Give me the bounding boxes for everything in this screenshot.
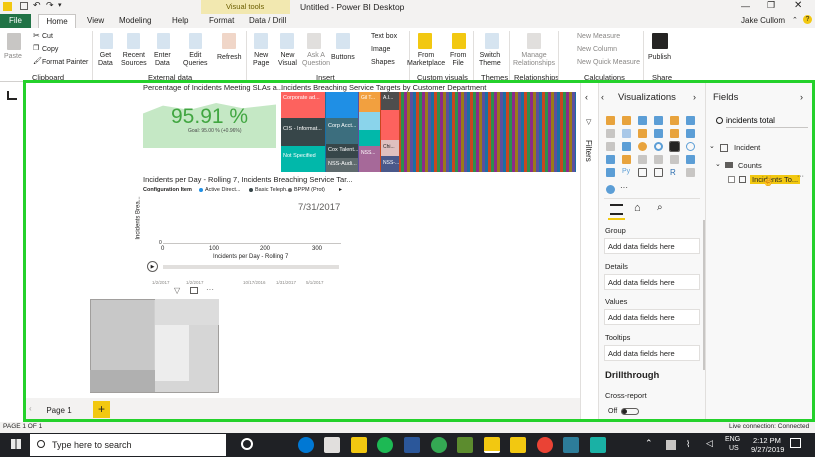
close-button[interactable]: ✕	[794, 0, 802, 11]
edit-queries-button[interactable]: Edit Queries	[183, 52, 208, 68]
spotify-icon[interactable]	[377, 437, 393, 453]
task-view-icon[interactable]	[241, 438, 253, 450]
network-icon[interactable]: ⌇	[686, 439, 690, 450]
account-chevron-icon[interactable]: ⌃	[792, 16, 798, 24]
tab-view[interactable]: View	[87, 16, 104, 25]
publish-button[interactable]: Publish	[648, 54, 671, 62]
tray-app-icon[interactable]	[666, 440, 676, 450]
page-info: PAGE 1 OF 1	[3, 423, 43, 430]
tab-modeling[interactable]: Modeling	[119, 16, 151, 25]
windows-start-icon[interactable]	[11, 439, 21, 449]
redo-icon[interactable]: ↷	[46, 0, 54, 11]
tab-help[interactable]: Help	[172, 16, 188, 25]
paste-icon[interactable]	[7, 33, 21, 50]
tab-data-drill[interactable]: Data / Drill	[249, 16, 286, 25]
notifications-icon[interactable]	[790, 438, 801, 448]
tray-chevron-icon[interactable]: ⌃	[645, 438, 653, 449]
format-painter-icon: 🖌	[33, 58, 42, 65]
refresh-icon	[222, 33, 236, 49]
cut-icon: ✂	[33, 31, 40, 40]
screenshot-tool-icon[interactable]	[457, 437, 473, 453]
from-marketplace-button[interactable]: From Marketplace	[407, 52, 445, 68]
minimize-button[interactable]: —	[741, 1, 750, 11]
clock-date[interactable]: 9/27/2019	[751, 445, 784, 454]
switch-theme-button[interactable]: Switch Theme	[479, 52, 501, 68]
highlight-frame	[23, 80, 815, 422]
new-visual-button[interactable]: New Visual	[278, 52, 297, 68]
recent-sources-icon	[127, 33, 140, 49]
status-bar	[0, 422, 815, 433]
terminal-icon[interactable]	[563, 437, 579, 453]
ask-question-button[interactable]: Ask A Question	[302, 52, 330, 68]
buttons-icon	[336, 33, 350, 49]
refresh-button[interactable]: Refresh	[217, 54, 242, 62]
help-icon[interactable]: ?	[803, 15, 812, 24]
new-page-icon	[254, 33, 268, 49]
from-file-button[interactable]: From File	[450, 52, 466, 68]
edge-icon[interactable]	[298, 437, 314, 453]
manage-relationships-button[interactable]: Manage Relationships	[513, 52, 555, 68]
publish-icon	[652, 33, 668, 49]
save-icon[interactable]	[20, 2, 28, 10]
app-logo-icon	[3, 2, 12, 11]
taskbar-search-icon	[37, 440, 45, 448]
word-icon[interactable]	[404, 437, 420, 453]
new-page-button[interactable]: New Page	[253, 52, 269, 68]
new-quick-measure-button[interactable]: New Quick Measure	[577, 59, 640, 67]
view-rail	[0, 82, 25, 422]
tab-file[interactable]: File	[0, 14, 31, 28]
keyboard-lang[interactable]: ENG	[725, 436, 740, 443]
get-data-button[interactable]: Get Data	[98, 52, 113, 68]
recent-sources-button[interactable]: Recent Sources	[121, 52, 147, 68]
user-name[interactable]: Jake Cullom	[741, 16, 785, 25]
manage-relationships-icon	[527, 33, 541, 49]
tab-home[interactable]: Home	[38, 14, 76, 28]
maximize-button[interactable]: ❐	[767, 0, 775, 11]
snipping-icon[interactable]	[590, 437, 606, 453]
chrome-icon[interactable]	[537, 437, 553, 453]
file-explorer-icon[interactable]	[351, 437, 367, 453]
mail-icon[interactable]	[324, 437, 340, 453]
image-button[interactable]: Image	[371, 46, 390, 54]
undo-icon[interactable]: ↶	[33, 0, 41, 11]
copy-button[interactable]: Copy	[42, 46, 58, 54]
switch-theme-icon	[485, 33, 499, 49]
new-measure-button[interactable]: New Measure	[577, 33, 620, 41]
title-bar: ↶ ↷ ▾ Untitled - Power BI Desktop — ❐ ✕	[0, 0, 815, 14]
cut-button[interactable]: Cut	[42, 33, 53, 41]
format-painter-button[interactable]: Format Painter	[42, 59, 88, 67]
powerbi-taskbar-icon[interactable]	[484, 437, 500, 453]
browser-icon[interactable]	[431, 437, 447, 453]
clock-time[interactable]: 2:12 PM	[753, 436, 781, 445]
new-visual-icon	[280, 33, 294, 49]
visual-tools-label: Visual tools	[226, 2, 265, 11]
powerbi-report-icon[interactable]	[510, 437, 526, 453]
get-data-icon	[100, 33, 113, 49]
ask-question-icon	[307, 33, 321, 49]
taskbar-search-input[interactable]: Type here to search	[52, 440, 132, 450]
enter-data-icon	[157, 33, 170, 49]
paste-button[interactable]: Paste	[4, 53, 22, 61]
copy-icon: ❐	[33, 45, 40, 52]
window-title: Untitled - Power BI Desktop	[300, 2, 405, 12]
enter-data-button[interactable]: Enter Data	[154, 52, 171, 68]
buttons-button[interactable]: Buttons	[331, 54, 355, 62]
report-view-icon[interactable]	[7, 91, 17, 100]
connection-status: Live connection: Connected	[729, 423, 810, 430]
quick-access-dropdown-icon[interactable]: ▾	[58, 1, 62, 9]
keyboard-region[interactable]: US	[729, 445, 739, 452]
shapes-button[interactable]: Shapes	[371, 59, 395, 67]
tab-format[interactable]: Format	[209, 16, 234, 25]
marketplace-icon	[418, 33, 432, 49]
volume-icon[interactable]: ◁	[706, 438, 713, 449]
edit-queries-icon	[189, 33, 202, 49]
new-column-button[interactable]: New Column	[577, 46, 617, 54]
text-box-button[interactable]: Text box	[371, 33, 397, 41]
from-file-icon	[452, 33, 466, 49]
